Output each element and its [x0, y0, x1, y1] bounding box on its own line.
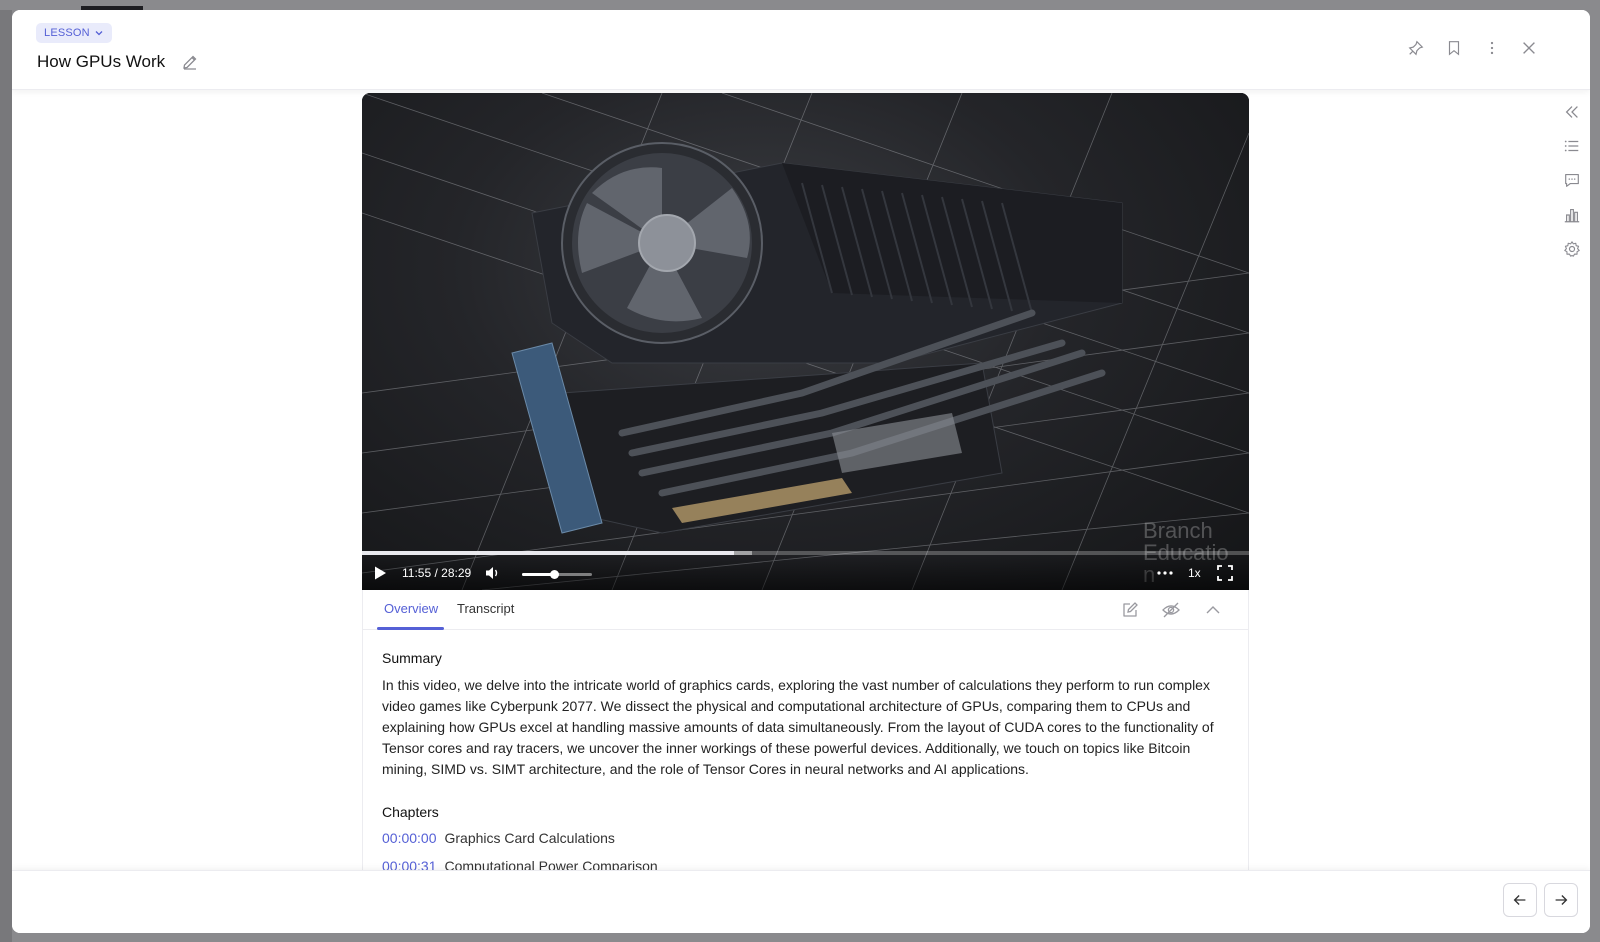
lesson-title: How GPUs Work — [37, 52, 166, 71]
close-icon — [1523, 42, 1535, 54]
comments-button[interactable] — [1560, 168, 1584, 192]
overview-content: Summary In this video, we delve into the… — [382, 630, 1228, 876]
playback-speed-button[interactable]: 1x — [1188, 566, 1201, 580]
hide-button[interactable] — [1161, 600, 1181, 620]
lesson-modal: LESSON How GPUs Work Branch Educatio 11:… — [12, 10, 1590, 933]
eye-off-icon — [1162, 602, 1180, 618]
more-horizontal-icon — [1157, 571, 1173, 575]
more-options-button[interactable] — [1482, 38, 1502, 58]
collapse-left-icon — [1565, 106, 1578, 118]
analytics-button[interactable] — [1560, 203, 1584, 227]
chapters-heading: Chapters — [382, 804, 439, 820]
collapse-panel-button[interactable] — [1560, 100, 1584, 124]
chapter-name: Graphics Card Calculations — [444, 830, 615, 846]
collapse-panel-toggle[interactable] — [1203, 600, 1223, 620]
graphics-card-illustration — [511, 142, 1123, 534]
play-button[interactable] — [372, 565, 388, 581]
chat-icon — [1565, 174, 1579, 187]
sparkle-pin-icon — [1408, 40, 1424, 56]
bar-chart-icon — [1564, 209, 1580, 223]
video-player[interactable]: Branch Education 11:55 / 28:29 — [362, 93, 1249, 590]
play-icon — [375, 566, 386, 580]
fullscreen-button[interactable] — [1216, 564, 1234, 582]
volume-level — [522, 573, 554, 576]
volume-slider[interactable] — [522, 570, 592, 579]
more-vertical-icon — [1490, 41, 1494, 55]
fullscreen-icon — [1217, 565, 1233, 581]
chapter-timestamp[interactable]: 00:00:00 — [382, 828, 437, 848]
background-sidebar — [0, 10, 12, 942]
video-frame: Branch Education — [362, 93, 1249, 590]
settings-button[interactable] — [1560, 237, 1584, 261]
summary-text: In this video, we delve into the intrica… — [382, 677, 1214, 777]
settings-icon — [1564, 241, 1580, 257]
tab-transcript[interactable]: Transcript — [457, 601, 514, 616]
list-icon — [1564, 140, 1579, 152]
lesson-panel: Overview Transcript Summary In this vide… — [362, 590, 1249, 874]
pencil-icon — [183, 55, 197, 70]
edit-title-button[interactable] — [181, 53, 199, 71]
modal-header: LESSON How GPUs Work — [12, 10, 1590, 90]
player-more-button[interactable] — [1155, 563, 1175, 583]
previous-lesson-button[interactable] — [1503, 883, 1537, 917]
lesson-type-label: LESSON — [44, 27, 90, 39]
edit-note-icon — [1123, 602, 1138, 617]
volume-knob[interactable] — [549, 570, 559, 579]
time-display: 11:55 / 28:29 — [402, 566, 472, 580]
video-controls: 11:55 / 28:29 1x — [362, 555, 1249, 590]
close-button[interactable] — [1519, 38, 1539, 58]
lesson-type-dropdown[interactable]: LESSON — [36, 23, 112, 43]
summary-heading: Summary — [382, 650, 442, 666]
outline-button[interactable] — [1560, 134, 1584, 158]
chevron-down-icon — [95, 31, 103, 36]
bookmark-button[interactable] — [1444, 38, 1464, 58]
tab-bar: Overview Transcript — [363, 590, 1248, 630]
chapter-item[interactable]: 00:00:00 Graphics Card Calculations — [382, 828, 1228, 848]
modal-footer — [12, 870, 1590, 933]
modal-body: Branch Education 11:55 / 28:29 — [12, 90, 1590, 874]
next-lesson-button[interactable] — [1544, 883, 1578, 917]
arrow-right-icon — [1555, 895, 1568, 905]
volume-icon — [486, 567, 498, 579]
chevron-up-icon — [1206, 606, 1220, 614]
bookmark-icon — [1448, 41, 1460, 56]
arrow-left-icon — [1513, 895, 1526, 905]
edit-notes-button[interactable] — [1120, 600, 1140, 620]
tab-overview[interactable]: Overview — [384, 601, 438, 616]
pin-button[interactable] — [1406, 38, 1426, 58]
mute-button[interactable] — [484, 565, 502, 581]
